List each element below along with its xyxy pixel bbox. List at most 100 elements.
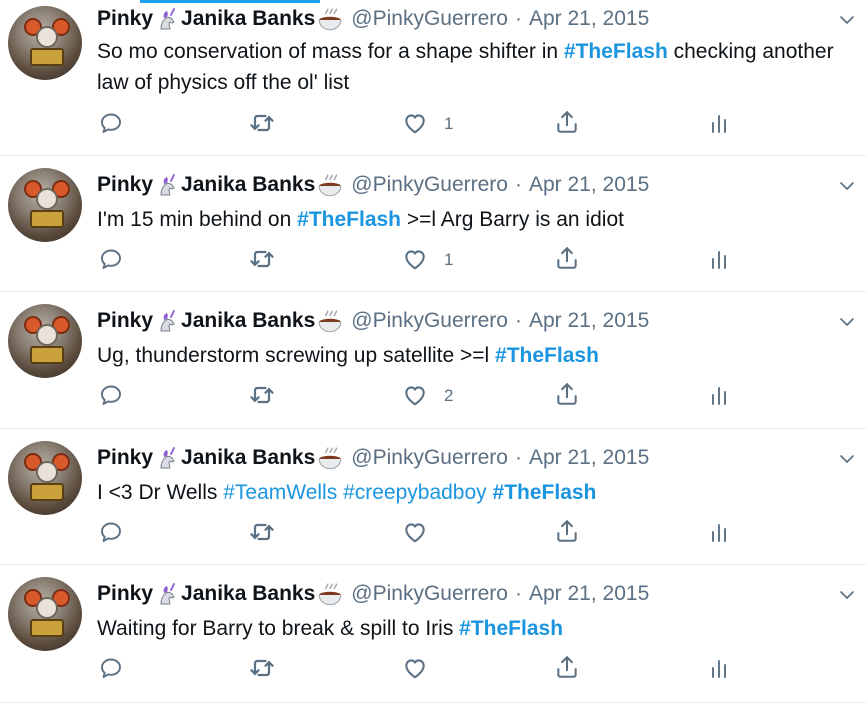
heart-icon[interactable] — [402, 246, 428, 272]
robot-avatar-icon[interactable] — [8, 6, 82, 80]
reply-icon[interactable] — [99, 383, 125, 409]
tweet-date[interactable]: Apr 21, 2015 — [529, 582, 649, 606]
tweet-item[interactable]: Pinky Janika Banks @PinkyGuerrero · Apr … — [0, 156, 866, 292]
robot-avatar-icon[interactable] — [8, 168, 82, 242]
heart-icon[interactable] — [402, 655, 428, 681]
avatar-mouth — [30, 619, 64, 637]
chevron-down-icon[interactable] — [838, 177, 856, 195]
tweet-date[interactable]: Apr 21, 2015 — [529, 7, 649, 31]
hashtag-link[interactable]: #TheFlash — [297, 208, 401, 231]
chevron-down-icon[interactable] — [838, 313, 856, 331]
display-name-part1[interactable]: Pinky — [97, 173, 153, 197]
reply-icon[interactable] — [99, 520, 125, 546]
display-name-part1[interactable]: Pinky — [97, 446, 153, 470]
tweet-text: Waiting for Barry to break & spill to Ir… — [97, 613, 837, 644]
tweet-date[interactable]: Apr 21, 2015 — [529, 309, 649, 333]
analytics-icon[interactable] — [707, 656, 733, 682]
separator-dot: · — [514, 173, 522, 196]
heart-icon[interactable] — [402, 110, 428, 136]
robot-avatar-icon[interactable] — [8, 577, 82, 651]
tweet-text-segment: I'm 15 min behind on — [97, 208, 298, 231]
bowl-emoji-icon — [317, 309, 342, 333]
analytics-icon[interactable] — [707, 111, 733, 137]
separator-dot: · — [514, 7, 522, 30]
separator-dot: · — [514, 309, 522, 332]
display-name-part2[interactable]: Janika Banks — [181, 582, 315, 606]
unicorn-emoji-icon — [155, 582, 179, 606]
share-icon[interactable] — [554, 109, 580, 135]
user-handle[interactable]: @PinkyGuerrero — [351, 446, 508, 470]
analytics-icon[interactable] — [707, 247, 733, 273]
user-handle[interactable]: @PinkyGuerrero — [351, 7, 508, 31]
chevron-down-icon[interactable] — [838, 450, 856, 468]
hashtag-link[interactable]: #creepybadboy — [343, 481, 487, 504]
avatar-plate — [36, 188, 58, 210]
share-icon[interactable] — [554, 518, 580, 544]
display-name-part1[interactable]: Pinky — [97, 309, 153, 333]
display-name-part1[interactable]: Pinky — [97, 7, 153, 31]
display-name-part2[interactable]: Janika Banks — [181, 309, 315, 333]
robot-avatar-icon[interactable] — [8, 441, 82, 515]
display-name-part2[interactable]: Janika Banks — [181, 173, 315, 197]
tweet-text-segment: I <3 Dr Wells — [97, 481, 224, 504]
separator-dot: · — [514, 582, 522, 605]
tweet-header: Pinky Janika Banks @PinkyGuerrero · Apr … — [97, 309, 649, 333]
like-count: 2 — [444, 386, 454, 405]
tweet-actions — [0, 520, 866, 550]
unicorn-emoji-icon — [155, 309, 179, 333]
share-icon[interactable] — [554, 381, 580, 407]
analytics-icon[interactable] — [707, 520, 733, 546]
retweet-icon[interactable] — [248, 654, 274, 680]
chevron-down-icon[interactable] — [838, 586, 856, 604]
tweet-date[interactable]: Apr 21, 2015 — [529, 446, 649, 470]
display-name-part1[interactable]: Pinky — [97, 582, 153, 606]
reply-icon[interactable] — [99, 111, 125, 137]
user-handle[interactable]: @PinkyGuerrero — [351, 582, 508, 606]
hashtag-link[interactable]: #TheFlash — [564, 40, 668, 63]
display-name-part2[interactable]: Janika Banks — [181, 7, 315, 31]
avatar-plate — [36, 461, 58, 483]
share-icon[interactable] — [554, 654, 580, 680]
tweet-header: Pinky Janika Banks @PinkyGuerrero · Apr … — [97, 173, 649, 197]
avatar-plate — [36, 597, 58, 619]
unicorn-emoji-icon — [155, 446, 179, 470]
tweet-actions — [0, 656, 866, 686]
like-count: 1 — [444, 250, 454, 269]
reply-icon[interactable] — [99, 247, 125, 273]
user-handle[interactable]: @PinkyGuerrero — [351, 309, 508, 333]
hashtag-link[interactable]: #TeamWells — [223, 481, 337, 504]
unicorn-emoji-icon — [155, 7, 179, 31]
tweet-item[interactable]: Pinky Janika Banks @PinkyGuerrero · Apr … — [0, 565, 866, 703]
reply-icon[interactable] — [99, 656, 125, 682]
tweet-item[interactable]: Pinky Janika Banks @PinkyGuerrero · Apr … — [0, 0, 866, 156]
robot-avatar-icon[interactable] — [8, 304, 82, 378]
hashtag-link[interactable]: #TheFlash — [459, 617, 563, 640]
avatar-mouth — [30, 48, 64, 66]
user-handle[interactable]: @PinkyGuerrero — [351, 173, 508, 197]
heart-icon[interactable] — [402, 519, 428, 545]
share-icon[interactable] — [554, 245, 580, 271]
retweet-icon[interactable] — [248, 518, 274, 544]
tweet-item[interactable]: Pinky Janika Banks @PinkyGuerrero · Apr … — [0, 429, 866, 565]
analytics-icon[interactable] — [707, 383, 733, 409]
avatar-plate — [36, 324, 58, 346]
like-count: 1 — [444, 114, 454, 133]
heart-icon[interactable] — [402, 382, 428, 408]
avatar-mouth — [30, 210, 64, 228]
bowl-emoji-icon — [317, 582, 342, 606]
tweet-date[interactable]: Apr 21, 2015 — [529, 173, 649, 197]
hashtag-link[interactable]: #TheFlash — [493, 481, 597, 504]
retweet-icon[interactable] — [248, 381, 274, 407]
retweet-icon[interactable] — [248, 245, 274, 271]
avatar-plate — [36, 26, 58, 48]
display-name-part2[interactable]: Janika Banks — [181, 446, 315, 470]
tweet-text-segment: Waiting for Barry to break & spill to Ir… — [97, 617, 460, 640]
tweet-text: Ug, thunderstorm screwing up satellite >… — [97, 340, 837, 371]
tweet-header: Pinky Janika Banks @PinkyGuerrero · Apr … — [97, 582, 649, 606]
tweet-item[interactable]: Pinky Janika Banks @PinkyGuerrero · Apr … — [0, 292, 866, 429]
avatar-mouth — [30, 346, 64, 364]
chevron-down-icon[interactable] — [838, 11, 856, 29]
hashtag-link[interactable]: #TheFlash — [495, 344, 599, 367]
tweet-actions: 1 — [0, 111, 866, 141]
retweet-icon[interactable] — [248, 109, 274, 135]
